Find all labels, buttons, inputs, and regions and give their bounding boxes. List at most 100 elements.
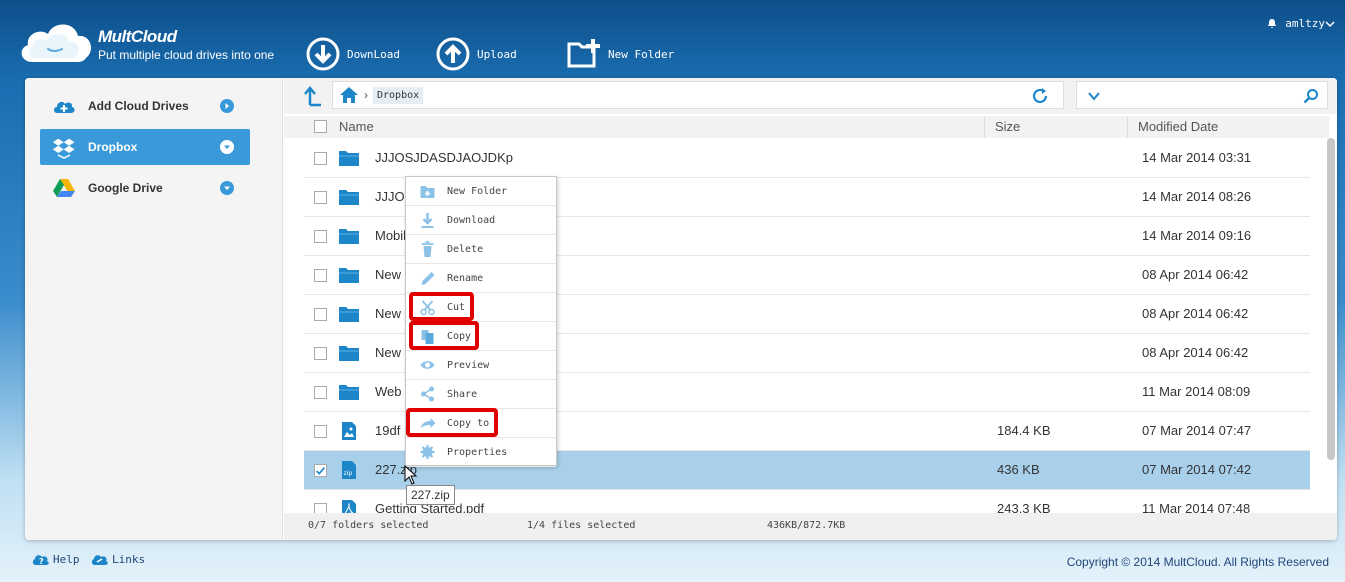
sidebar-item-label: Dropbox — [88, 140, 138, 154]
row-checkbox[interactable] — [314, 386, 327, 399]
menu-item-preview[interactable]: Preview — [406, 351, 556, 380]
file-date: 11 Mar 2014 08:09 — [1142, 384, 1251, 399]
file-name[interactable]: Web — [375, 384, 402, 399]
folder-icon — [338, 187, 360, 207]
menu-item-new-folder[interactable]: New Folder — [406, 177, 556, 206]
file-size: 436 KB — [997, 462, 1040, 477]
upload-label: Upload — [477, 47, 517, 61]
new-folder-button[interactable]: New Folder — [566, 36, 674, 72]
sidebar-item-dropbox[interactable]: Dropbox — [40, 129, 250, 165]
chevron-right-circle-icon[interactable] — [220, 99, 234, 113]
folder-icon — [338, 265, 360, 285]
sidebar-item-google-drive[interactable]: Google Drive — [40, 170, 250, 206]
file-name[interactable]: JJJOSJDASDJAOJDKp — [375, 150, 513, 165]
file-name[interactable]: 19df — [375, 423, 400, 438]
folders-selected: 0/7 folders selected — [308, 520, 429, 531]
highlight-copy — [409, 321, 479, 350]
select-all-checkbox[interactable] — [314, 120, 327, 133]
menu-item-rename[interactable]: Rename — [406, 264, 556, 293]
cloud-logo-icon — [21, 24, 92, 62]
file-name[interactable]: New — [375, 345, 401, 360]
download-icon — [421, 213, 434, 228]
menu-item-properties[interactable]: Properties — [406, 438, 556, 467]
download-label: DownLoad — [347, 47, 400, 61]
column-size[interactable]: Size — [995, 119, 1020, 134]
folder-icon — [338, 304, 360, 324]
sidebar-item-add-cloud-drives[interactable]: Add Cloud Drives — [40, 88, 250, 124]
check-icon — [316, 467, 325, 475]
file-name[interactable]: Mobil — [375, 228, 406, 243]
search-box — [1076, 81, 1328, 109]
links-label: Links — [112, 552, 146, 566]
help-cloud-icon: ? — [32, 555, 49, 566]
help-label: Help — [53, 552, 80, 566]
chevron-down-circle-icon[interactable] — [220, 181, 234, 195]
row-checkbox[interactable] — [314, 425, 327, 438]
up-level-icon[interactable] — [304, 85, 324, 107]
brand-logo[interactable]: MultCloud Put multiple cloud drives into… — [18, 18, 278, 68]
menu-item-label: Share — [447, 389, 478, 400]
home-icon[interactable] — [339, 86, 359, 104]
row-checkbox[interactable] — [314, 464, 327, 477]
file-date: 07 Mar 2014 07:42 — [1142, 462, 1252, 477]
file-name[interactable]: New — [375, 267, 401, 282]
breadcrumb: › Dropbox — [332, 81, 1064, 109]
column-divider[interactable] — [984, 116, 985, 138]
file-date: 14 Mar 2014 03:31 — [1142, 150, 1252, 165]
download-circle-icon — [306, 37, 340, 71]
row-checkbox[interactable] — [314, 269, 327, 282]
filename-tooltip: 227.zip — [406, 485, 455, 505]
file-name[interactable]: New — [375, 306, 401, 321]
row-checkbox[interactable] — [314, 230, 327, 243]
row-checkbox[interactable] — [314, 347, 327, 360]
file-size: 184.4 KB — [997, 423, 1051, 438]
table-header: Name Size Modified Date — [284, 116, 1329, 138]
upload-circle-icon — [436, 37, 470, 71]
links-link[interactable]: Links — [91, 552, 145, 566]
file-date: 14 Mar 2014 09:16 — [1142, 228, 1252, 243]
menu-item-label: Download — [447, 215, 496, 226]
menu-item-download[interactable]: Download — [406, 206, 556, 235]
folder-icon — [338, 226, 360, 246]
selected-size: 436KB/872.7KB — [767, 520, 846, 531]
mouse-cursor-icon — [404, 465, 418, 485]
chevron-down-icon — [1325, 20, 1335, 27]
brand-title: MultCloud — [98, 27, 177, 46]
add-cloud-icon — [54, 101, 75, 113]
search-input[interactable] — [1111, 85, 1291, 105]
chevron-down-circle-icon[interactable] — [220, 140, 234, 154]
breadcrumb-dropbox[interactable]: Dropbox — [373, 86, 424, 104]
file-date: 14 Mar 2014 08:26 — [1142, 189, 1252, 204]
folder-icon — [338, 148, 360, 168]
google-drive-icon — [53, 179, 75, 197]
menu-item-label: Properties — [447, 447, 508, 458]
table-row[interactable]: JJJOSJDASDJAOJDKp 14 Mar 2014 03:31 — [304, 139, 1310, 178]
username: amltzy — [1285, 17, 1325, 30]
row-checkbox[interactable] — [314, 152, 327, 165]
menu-item-delete[interactable]: Delete — [406, 235, 556, 264]
search-icon[interactable] — [1303, 88, 1319, 104]
column-divider[interactable] — [1127, 116, 1128, 138]
upload-button[interactable]: Upload — [435, 36, 517, 72]
row-checkbox[interactable] — [314, 308, 327, 321]
column-modified[interactable]: Modified Date — [1138, 119, 1218, 134]
file-date: 08 Apr 2014 06:42 — [1142, 306, 1249, 321]
download-button[interactable]: DownLoad — [305, 36, 400, 72]
breadcrumb-separator: › — [364, 88, 368, 102]
sidebar-item-label: Add Cloud Drives — [88, 99, 189, 113]
eye-icon — [420, 361, 435, 369]
share-icon — [421, 386, 434, 402]
chevron-down-icon[interactable] — [1087, 89, 1101, 103]
svg-text:?: ? — [39, 557, 44, 566]
column-name[interactable]: Name — [339, 119, 374, 134]
help-link[interactable]: ? Help — [32, 552, 80, 566]
new-folder-icon — [567, 39, 600, 68]
scrollbar[interactable] — [1327, 138, 1335, 460]
menu-item-share[interactable]: Share — [406, 380, 556, 409]
menu-item-label: Rename — [447, 273, 484, 284]
row-checkbox[interactable] — [314, 191, 327, 204]
folder-icon — [338, 343, 360, 363]
user-menu[interactable]: amltzy — [1267, 17, 1335, 30]
refresh-icon[interactable] — [1031, 87, 1049, 105]
highlight-cut — [409, 292, 474, 321]
